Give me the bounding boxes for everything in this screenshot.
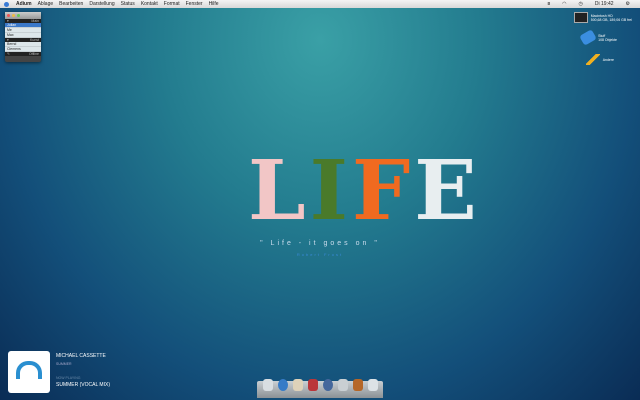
close-button[interactable] bbox=[7, 14, 10, 17]
safari-icon[interactable] bbox=[278, 379, 288, 391]
menu-adium[interactable]: Adium bbox=[16, 1, 32, 7]
zoom-button[interactable] bbox=[17, 14, 20, 17]
menu-status[interactable]: Status bbox=[121, 1, 135, 7]
np-artist: MICHAEL CASSETTE bbox=[56, 353, 106, 359]
wallpaper-quote: " Life - it goes on " bbox=[260, 240, 380, 247]
app-icon[interactable] bbox=[353, 379, 363, 391]
pencil-icon bbox=[585, 54, 600, 65]
menu-ablage[interactable]: Ablage bbox=[38, 1, 54, 7]
clock[interactable]: Di 19:42 bbox=[595, 1, 614, 7]
wifi-icon[interactable]: ◠ bbox=[562, 1, 566, 7]
itunes-icon[interactable] bbox=[323, 379, 333, 391]
status-footer[interactable]: ✎ Offline bbox=[5, 52, 41, 56]
bluetooth-icon[interactable]: ʙ bbox=[547, 1, 550, 7]
desktop-icon-stuff[interactable]: Stuff 108 Objekte bbox=[579, 29, 617, 46]
hard-drive-icon bbox=[573, 12, 588, 23]
folder-tag-icon bbox=[579, 29, 597, 46]
desktop-icon-macintosh-hd[interactable]: Macintosh HD 500,68 GB, 189,06 GB frei bbox=[573, 12, 632, 23]
menu-darstellung[interactable]: Darstellung bbox=[89, 1, 114, 7]
adium-icon[interactable] bbox=[338, 379, 348, 391]
anjunabeats-logo-icon bbox=[16, 361, 42, 379]
icon-sublabel: 108 Objekte bbox=[598, 37, 617, 42]
icon-label: Andere bbox=[602, 57, 614, 62]
icon-sublabel: 500,68 GB, 189,06 GB frei bbox=[590, 17, 632, 22]
adium-contact-list: ▾ Main Julian Me Max ▾ Kunst Bernd Clemens… bbox=[5, 12, 41, 62]
system-prefs-icon[interactable] bbox=[308, 379, 318, 391]
time-machine-icon[interactable]: ◷ bbox=[579, 1, 583, 7]
np-album: SUMMER bbox=[56, 362, 72, 366]
minimize-button[interactable] bbox=[12, 14, 15, 17]
menu-bearbeiten[interactable]: Bearbeiten bbox=[59, 1, 83, 7]
mail-icon[interactable] bbox=[293, 379, 303, 391]
menu-fenster[interactable]: Fenster bbox=[186, 1, 203, 7]
window-titlebar[interactable] bbox=[5, 12, 41, 19]
album-art bbox=[8, 351, 50, 393]
trash-icon[interactable] bbox=[368, 379, 378, 391]
wallpaper-author: Robert Frost bbox=[296, 252, 344, 257]
menu-kontakt[interactable]: Kontakt bbox=[141, 1, 158, 7]
apple-menu-icon[interactable] bbox=[4, 1, 9, 7]
desktop-icon-andere[interactable]: Andere bbox=[585, 54, 614, 65]
np-track: SUMMER (VOCAL MIX) bbox=[56, 382, 110, 388]
menu-format[interactable]: Format bbox=[164, 1, 180, 7]
menu-hilfe[interactable]: Hilfe bbox=[209, 1, 219, 7]
np-label: NOW PLAYING bbox=[56, 376, 81, 380]
finder-icon[interactable] bbox=[263, 379, 273, 391]
wallpaper-life-title: LIFE bbox=[248, 143, 477, 239]
dock bbox=[257, 379, 383, 398]
menu-bar: Adium Ablage Bearbeiten Darstellung Stat… bbox=[0, 0, 640, 8]
spotlight-icon[interactable]: ⚙ bbox=[626, 1, 630, 7]
